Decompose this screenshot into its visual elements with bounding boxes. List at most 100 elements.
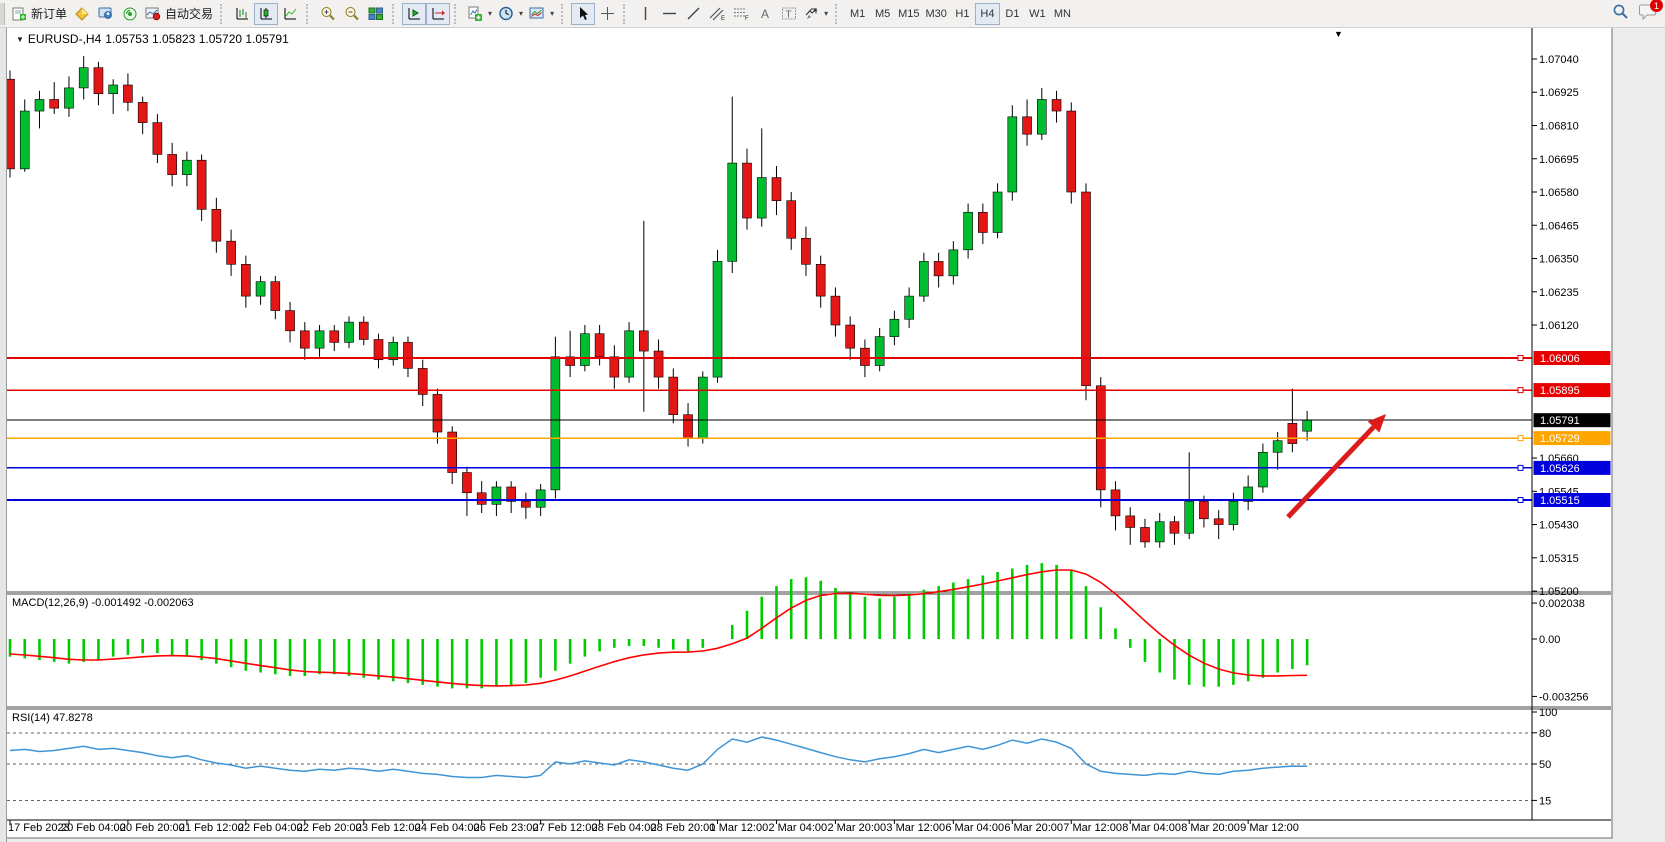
- crosshair-button[interactable]: [595, 3, 619, 25]
- svg-text:2 Mar 04:00: 2 Mar 04:00: [768, 822, 827, 834]
- horizontal-line-button[interactable]: [657, 3, 681, 25]
- search-icon[interactable]: [1612, 3, 1629, 25]
- svg-text:27 Feb 12:00: 27 Feb 12:00: [533, 822, 598, 834]
- horizontal-line-icon: [662, 6, 677, 21]
- svg-text:0.00: 0.00: [1539, 634, 1560, 646]
- toolbar-grip: [623, 4, 630, 24]
- svg-text:1 Mar 12:00: 1 Mar 12:00: [710, 822, 769, 834]
- crosshair-icon: [600, 6, 615, 21]
- svg-text:20 Feb 04:00: 20 Feb 04:00: [61, 822, 126, 834]
- auto-scroll-icon: [431, 6, 446, 21]
- svg-text:3 Mar 12:00: 3 Mar 12:00: [886, 822, 945, 834]
- svg-text:1.05200: 1.05200: [1539, 586, 1579, 598]
- arrow-tools-button[interactable]: ▾: [801, 3, 831, 25]
- vertical-line-icon: [639, 6, 652, 21]
- zoom-in-button[interactable]: [316, 3, 340, 25]
- chart-shift-button[interactable]: [402, 3, 426, 25]
- zoom-in-icon: [320, 6, 336, 21]
- text-label-icon: T: [781, 6, 797, 21]
- scroll-marker-icon[interactable]: ▼: [1334, 29, 1343, 39]
- arrow-tools-icon: [804, 6, 819, 21]
- chevron-down-icon: ▾: [550, 9, 554, 18]
- periods-icon: [498, 6, 514, 21]
- trendline-button[interactable]: [681, 3, 705, 25]
- periods-button[interactable]: ▾: [495, 3, 526, 25]
- chevron-down-icon: ▾: [519, 9, 523, 18]
- tab-m15[interactable]: M15: [895, 3, 922, 25]
- cursor-button[interactable]: [571, 3, 595, 25]
- cursor-icon: [576, 6, 590, 21]
- svg-text:1.06235: 1.06235: [1539, 287, 1579, 299]
- chevron-down-icon: ▾: [488, 9, 492, 18]
- tab-w1[interactable]: W1: [1025, 3, 1050, 25]
- channel-button[interactable]: E: [705, 3, 729, 25]
- chart-ohlc-values: 1.05753 1.05823 1.05720 1.05791: [105, 32, 289, 46]
- fibonacci-button[interactable]: F: [729, 3, 753, 25]
- svg-text:1.05626: 1.05626: [1540, 463, 1580, 475]
- tab-m1[interactable]: M1: [845, 3, 870, 25]
- svg-text:1.06120: 1.06120: [1539, 320, 1579, 332]
- chart-shift-icon: [407, 6, 422, 21]
- svg-text:T: T: [786, 10, 792, 21]
- svg-text:8 Mar 04:00: 8 Mar 04:00: [1122, 822, 1181, 834]
- svg-text:A: A: [761, 7, 769, 21]
- tab-h4[interactable]: H4: [975, 3, 1000, 25]
- autotrading-button[interactable]: 自动交易: [142, 3, 216, 25]
- svg-text:23 Feb 12:00: 23 Feb 12:00: [356, 822, 421, 834]
- text-label-button[interactable]: T: [777, 3, 801, 25]
- navigator-button[interactable]: [94, 3, 118, 25]
- svg-text:-0.003256: -0.003256: [1539, 691, 1589, 703]
- collapse-arrow-icon[interactable]: ▼: [16, 35, 24, 44]
- svg-text:7 Mar 12:00: 7 Mar 12:00: [1063, 822, 1122, 834]
- tab-d1[interactable]: D1: [1000, 3, 1025, 25]
- line-chart-icon: [283, 6, 298, 21]
- market-watch-button[interactable]: [70, 3, 94, 25]
- autotrading-icon: [145, 6, 161, 21]
- candlestick-chart-button[interactable]: [254, 3, 278, 25]
- tab-m30[interactable]: M30: [923, 3, 950, 25]
- svg-text:MACD(12,26,9) -0.001492 -0.002: MACD(12,26,9) -0.001492 -0.002063: [12, 597, 194, 609]
- chart-title: ▼ EURUSD-,H4 1.05753 1.05823 1.05720 1.0…: [16, 32, 289, 46]
- svg-text:1.05315: 1.05315: [1539, 553, 1579, 565]
- market-watch-icon: [74, 7, 90, 21]
- svg-text:21 Feb 12:00: 21 Feb 12:00: [179, 822, 244, 834]
- tile-windows-icon: [368, 6, 384, 21]
- tab-h1[interactable]: H1: [950, 3, 975, 25]
- candlestick-chart-icon: [259, 6, 274, 21]
- chevron-down-icon: ▾: [824, 9, 828, 18]
- price-chart[interactable]: MACD(12,26,9) -0.001492 -0.002063RSI(14)…: [0, 27, 1665, 842]
- toolbar-grip: [561, 4, 568, 24]
- vertical-line-button[interactable]: [633, 3, 657, 25]
- bar-chart-icon: [235, 6, 250, 21]
- svg-text:1.06695: 1.06695: [1539, 154, 1579, 166]
- signal-button[interactable]: [118, 3, 142, 25]
- templates-button[interactable]: ▾: [526, 3, 557, 25]
- svg-text:26 Feb 23:00: 26 Feb 23:00: [474, 822, 539, 834]
- svg-text:24 Feb 04:00: 24 Feb 04:00: [415, 822, 480, 834]
- svg-text:0.002038: 0.002038: [1539, 598, 1585, 610]
- svg-text:100: 100: [1539, 707, 1557, 719]
- auto-scroll-button[interactable]: [426, 3, 450, 25]
- line-chart-button[interactable]: [278, 3, 302, 25]
- bar-chart-button[interactable]: [230, 3, 254, 25]
- svg-text:F: F: [745, 16, 749, 21]
- svg-text:1.06350: 1.06350: [1539, 254, 1579, 266]
- text-button[interactable]: A: [753, 3, 777, 25]
- signal-icon: [122, 6, 138, 21]
- svg-text:28 Feb 20:00: 28 Feb 20:00: [651, 822, 716, 834]
- new-order-button[interactable]: 新订单: [9, 3, 70, 25]
- tile-windows-button[interactable]: [364, 3, 388, 25]
- chat-icon[interactable]: 1: [1639, 3, 1657, 25]
- svg-text:22 Feb 20:00: 22 Feb 20:00: [297, 822, 362, 834]
- tab-m5[interactable]: M5: [870, 3, 895, 25]
- main-toolbar: 新订单 自动交易 ▾ ▾: [0, 0, 1665, 28]
- channel-icon: E: [709, 6, 726, 21]
- tab-mn[interactable]: MN: [1050, 3, 1075, 25]
- indicators-button[interactable]: ▾: [464, 3, 495, 25]
- svg-text:1.06006: 1.06006: [1540, 353, 1580, 365]
- zoom-out-button[interactable]: [340, 3, 364, 25]
- svg-text:50: 50: [1539, 759, 1551, 771]
- svg-text:1.05430: 1.05430: [1539, 520, 1579, 532]
- svg-text:15: 15: [1539, 795, 1551, 807]
- text-icon: A: [758, 6, 772, 21]
